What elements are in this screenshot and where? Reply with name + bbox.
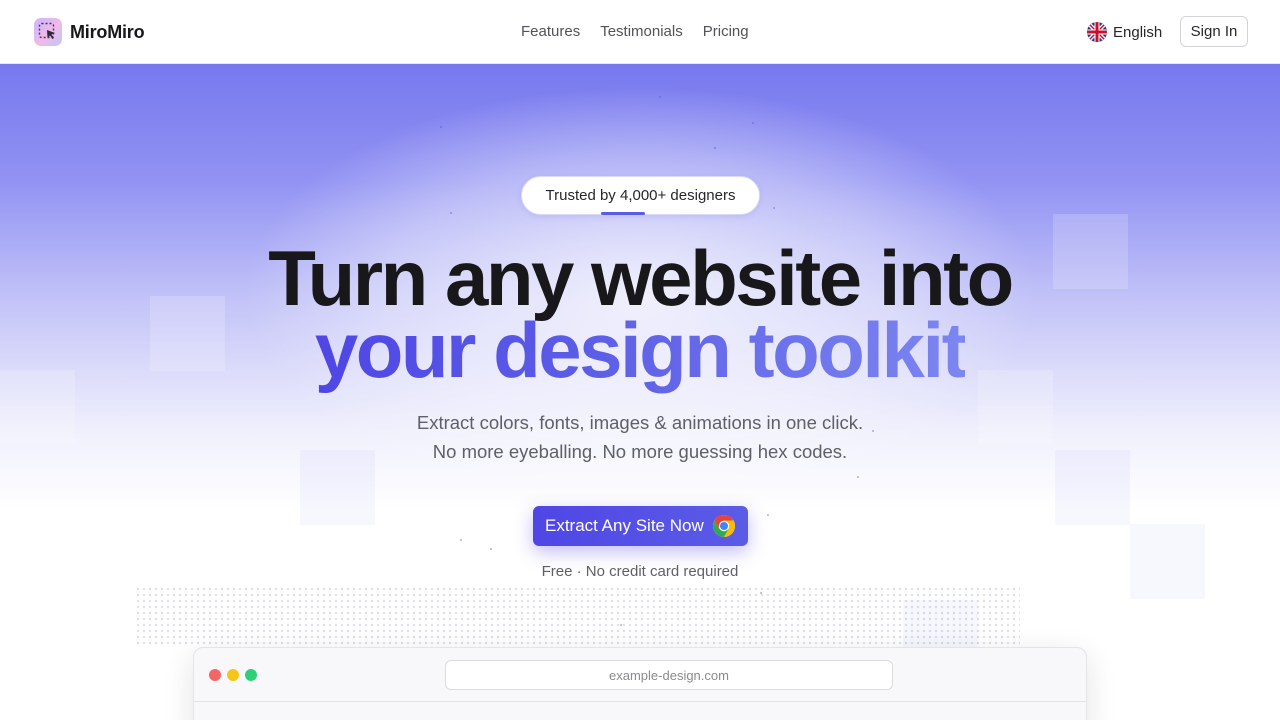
nav-testimonials[interactable]: Testimonials — [600, 23, 683, 41]
particle — [620, 624, 622, 626]
main-nav: Features Testimonials Pricing — [521, 23, 749, 41]
trust-badge: Trusted by 4,000+ designers — [521, 176, 760, 215]
particle — [714, 147, 716, 149]
badge-accent-line — [601, 212, 645, 215]
language-selector[interactable]: English — [1087, 22, 1162, 42]
particle — [760, 592, 762, 594]
cta-note: Free · No credit card required — [541, 563, 739, 580]
particle — [450, 212, 452, 214]
chrome-icon — [712, 514, 736, 538]
particle — [460, 539, 462, 541]
subtitle-line-2: No more eyeballing. No more guessing hex… — [432, 441, 848, 462]
brand[interactable]: MiroMiro — [34, 18, 145, 46]
particle — [773, 207, 775, 209]
nav-features[interactable]: Features — [521, 23, 580, 41]
particle — [767, 514, 769, 516]
headline-line-2: your design toolkit — [0, 310, 1280, 390]
browser-preview: example-design.com — [193, 647, 1087, 720]
particle — [752, 122, 754, 124]
selection-cursor-icon — [34, 18, 62, 46]
cta-label: Extract Any Site Now — [545, 516, 704, 535]
sign-in-button[interactable]: Sign In — [1180, 16, 1248, 47]
particle — [659, 96, 661, 98]
nav-pricing[interactable]: Pricing — [703, 23, 749, 41]
site-header: MiroMiro Features Testimonials Pricing E… — [0, 0, 1280, 64]
extract-cta-button[interactable]: Extract Any Site Now — [533, 506, 748, 546]
particle — [490, 548, 492, 550]
headline-line-2-text: your design toolkit — [314, 306, 968, 394]
uk-flag-icon — [1087, 22, 1107, 42]
particle — [440, 126, 442, 128]
browser-toolbar: example-design.com — [194, 648, 1086, 702]
window-minimize-dot — [227, 669, 239, 681]
dot-pattern — [135, 586, 1020, 646]
bg-tile — [1130, 524, 1205, 599]
window-maximize-dot — [245, 669, 257, 681]
subtitle-line-1: Extract colors, fonts, images & animatio… — [416, 412, 864, 433]
brand-name: MiroMiro — [70, 21, 145, 42]
window-close-dot — [209, 669, 221, 681]
language-label: English — [1113, 23, 1163, 41]
particle — [857, 476, 859, 478]
browser-url-bar: example-design.com — [445, 660, 893, 690]
